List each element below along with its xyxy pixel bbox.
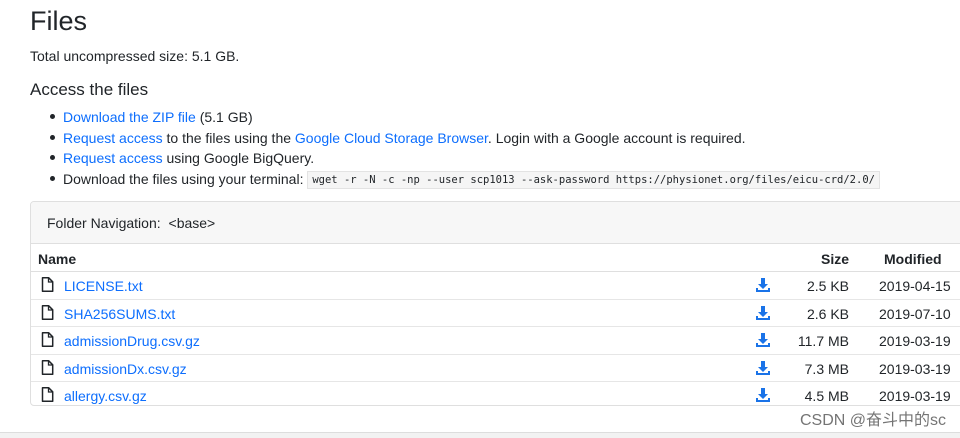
- download-zip-link[interactable]: Download the ZIP file: [63, 109, 196, 125]
- file-modified: 2019-03-19: [879, 333, 951, 349]
- bullet-icon: [50, 114, 55, 119]
- download-icon[interactable]: [755, 277, 771, 296]
- access-heading: Access the files: [30, 80, 149, 99]
- file-rows: LICENSE.txt 2.5 KB 2019-04-15 SHA256SUMS.tx…: [31, 272, 960, 405]
- access-list: Download the ZIP file (5.1 GB) Request a…: [47, 107, 880, 189]
- file-size: 2.6 KB: [806, 305, 849, 322]
- file-size: 7.3 MB: [804, 360, 849, 377]
- terminal-text: Download the files using your terminal:: [63, 170, 308, 187]
- folder-nav-label: Folder Navigation:: [47, 215, 161, 231]
- bottom-strip: [0, 432, 960, 438]
- wget-command[interactable]: wget -r -N -c -np --user scp1013 --ask-p…: [307, 170, 880, 189]
- request-access-gcs-link[interactable]: Request access: [63, 130, 163, 146]
- folder-navigation: Folder Navigation: <base>: [31, 202, 960, 244]
- file-icon: [41, 277, 54, 295]
- file-size: 11.7 MB: [797, 333, 849, 349]
- folder-nav-path[interactable]: <base>: [169, 215, 216, 231]
- table-row: admissionDrug.csv.gz 11.7 MB 2019-03-19: [31, 327, 960, 355]
- bullet-icon: [50, 155, 55, 160]
- file-icon: [41, 332, 54, 350]
- zip-size-text: (5.1 GB): [195, 109, 253, 125]
- table-row: allergy.csv.gz 4.5 MB 2019-03-19: [31, 382, 960, 405]
- gcs-login-text: . Login with a Google account is require…: [487, 129, 746, 146]
- file-icon: [41, 387, 54, 405]
- gcs-browser-link[interactable]: Google Cloud Storage Browser: [295, 130, 488, 146]
- access-item-bigquery: Request access using Google BigQuery.: [47, 148, 880, 169]
- download-icon[interactable]: [755, 332, 771, 351]
- bullet-icon: [50, 175, 55, 181]
- access-item-zip: Download the ZIP file (5.1 GB): [47, 107, 880, 128]
- file-icon: [41, 304, 54, 323]
- bullet-icon: [50, 134, 55, 140]
- gcs-text: to the files using the: [162, 129, 295, 146]
- column-size[interactable]: Size: [821, 251, 849, 267]
- file-link[interactable]: LICENSE.txt: [64, 278, 143, 294]
- file-size: 2.5 KB: [806, 278, 849, 294]
- files-card: Folder Navigation: <base> Name Size Modi…: [30, 201, 960, 406]
- page-title: Files: [30, 6, 88, 36]
- download-icon[interactable]: [755, 387, 771, 405]
- file-link[interactable]: allergy.csv.gz: [64, 388, 147, 404]
- files-page: Files Total uncompressed size: 5.1 GB. A…: [0, 0, 960, 438]
- download-icon[interactable]: [755, 305, 771, 324]
- table-row: SHA256SUMS.txt 2.6 KB 2019-07-10: [31, 300, 960, 327]
- file-link[interactable]: SHA256SUMS.txt: [64, 306, 175, 322]
- table-row: admissionDx.csv.gz 7.3 MB 2019-03-19: [31, 355, 960, 382]
- bigquery-text: using Google BigQuery.: [162, 150, 315, 166]
- request-access-bigquery-link[interactable]: Request access: [63, 150, 163, 166]
- access-item-terminal: Download the files using your terminal: …: [47, 169, 880, 190]
- file-modified: 2019-07-10: [879, 305, 951, 322]
- file-modified: 2019-04-15: [879, 278, 951, 294]
- total-size-text: Total uncompressed size: 5.1 GB.: [30, 48, 240, 64]
- access-item-gcs: Request access to the files using the Go…: [47, 128, 880, 149]
- file-modified: 2019-03-19: [879, 388, 951, 404]
- watermark: CSDN @奋斗中的sc: [799, 412, 946, 429]
- file-modified: 2019-03-19: [879, 360, 951, 377]
- file-size: 4.5 MB: [804, 388, 849, 404]
- column-modified[interactable]: Modified: [884, 251, 942, 267]
- column-name[interactable]: Name: [38, 251, 76, 267]
- download-icon[interactable]: [755, 360, 771, 379]
- file-link[interactable]: admissionDrug.csv.gz: [64, 333, 200, 349]
- file-icon: [41, 359, 54, 378]
- table-row: LICENSE.txt 2.5 KB 2019-04-15: [31, 272, 960, 300]
- file-link[interactable]: admissionDx.csv.gz: [64, 361, 187, 377]
- table-header: Name Size Modified: [31, 244, 960, 272]
